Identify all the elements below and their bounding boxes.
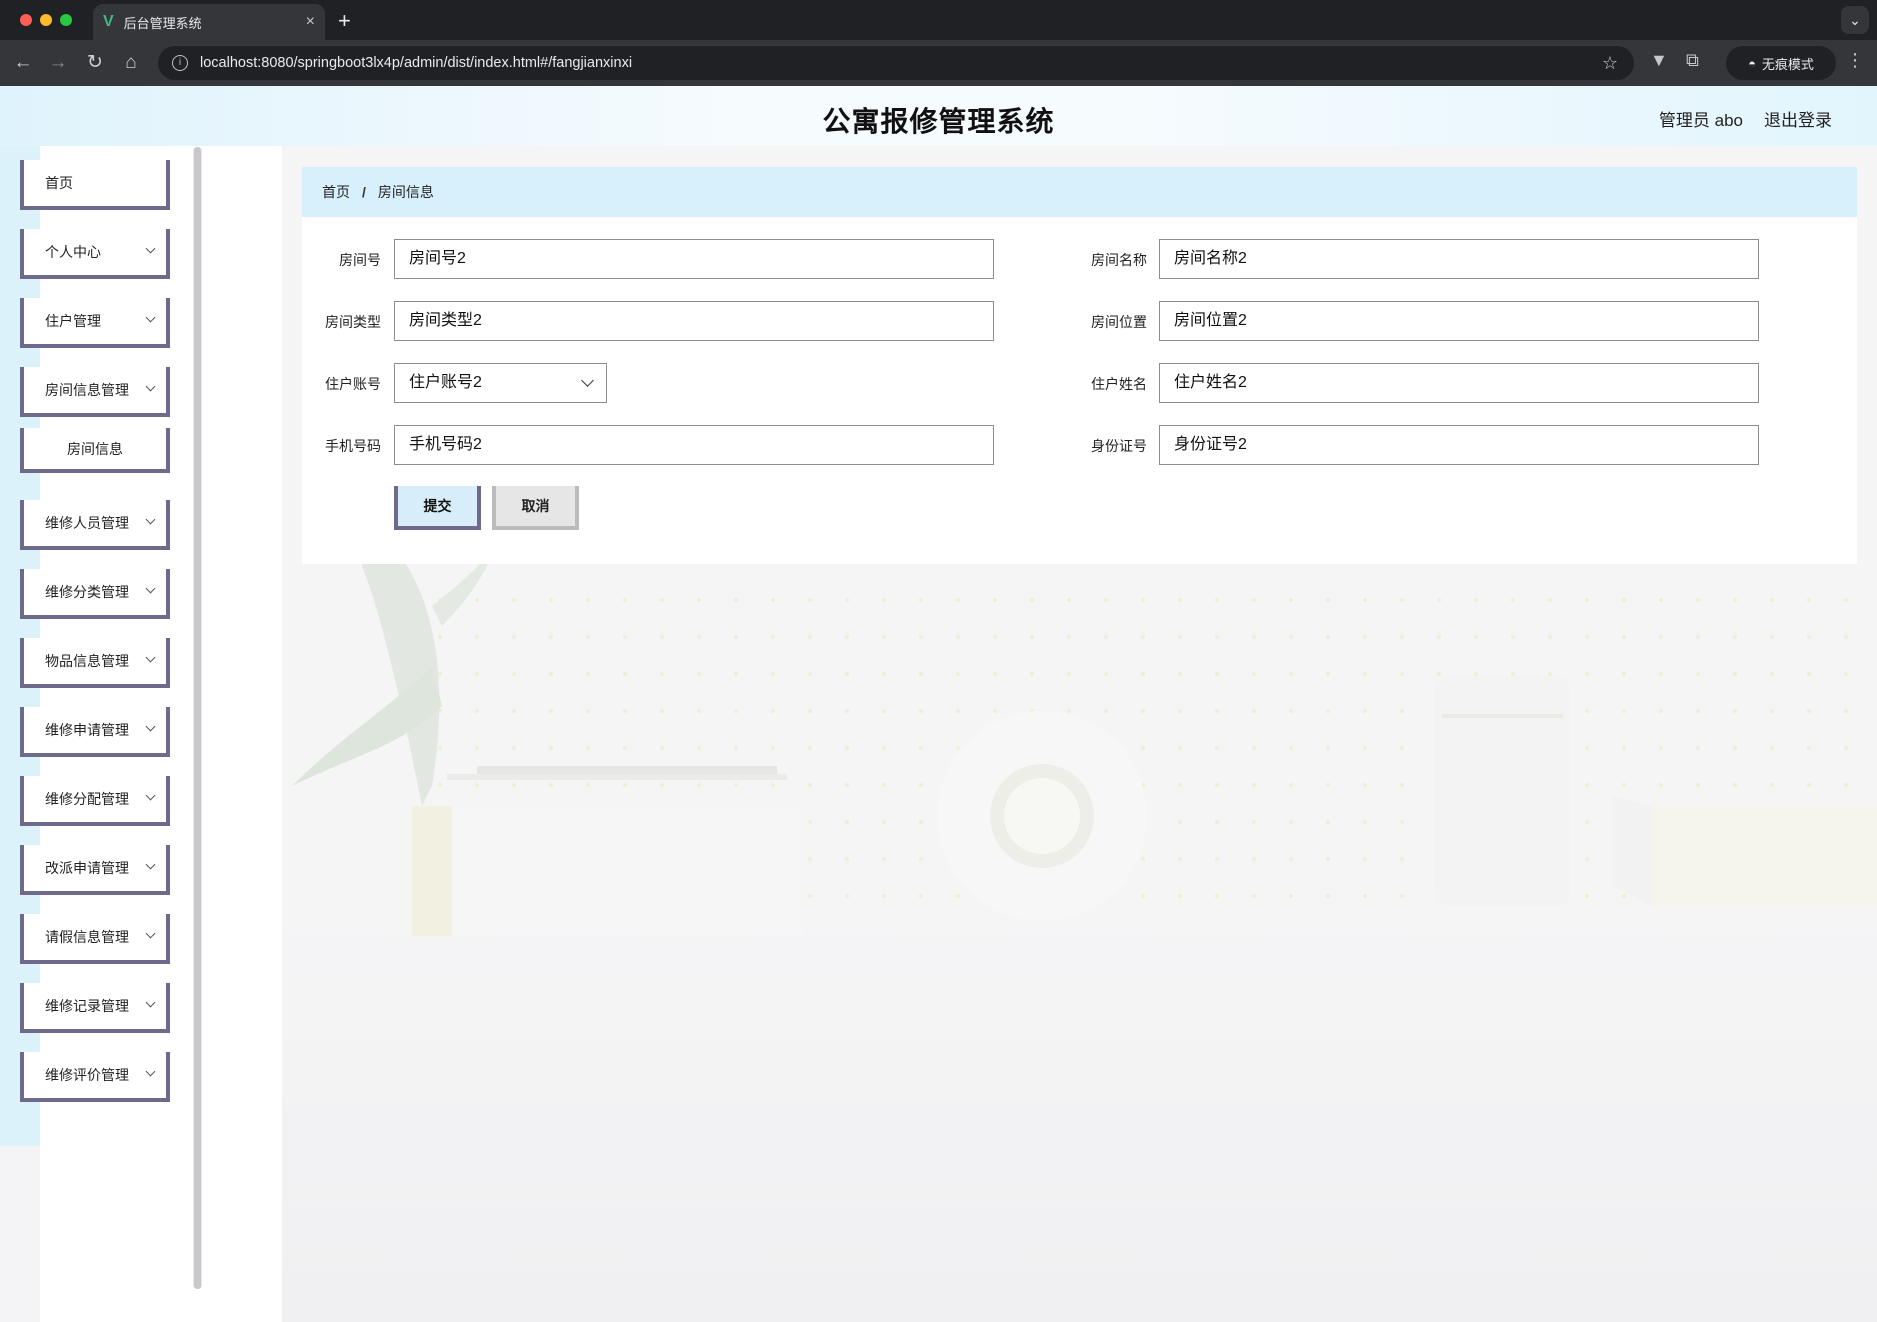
sidebar-item-residents[interactable]: 住户管理 [20, 298, 170, 348]
breadcrumb-current: 房间信息 [377, 184, 434, 200]
sidebar-subitem-room-info[interactable]: 房间信息 [20, 428, 170, 473]
submit-button[interactable]: 提交 [394, 486, 481, 530]
room-type-field[interactable]: 房间类型2 [394, 301, 994, 341]
app-header: 公寓报修管理系统 管理员 abo 退出登录 [0, 86, 1877, 146]
app-title: 公寓报修管理系统 [822, 106, 1055, 137]
incognito-label: 无痕模式 [1761, 56, 1814, 72]
sidebar-item-label: 维修申请管理 [45, 722, 129, 738]
room-location-field[interactable]: 房间位置2 [1159, 301, 1759, 341]
bookmark-star-icon[interactable]: ☆ [1602, 53, 1618, 74]
sidebar-item-label: 房间信息管理 [45, 382, 129, 398]
sidebar-item-reassign-request[interactable]: 改派申请管理 [20, 845, 170, 895]
chevron-down-icon [145, 928, 156, 939]
resident-account-value: 住户账号2 [409, 374, 482, 391]
chevron-down-icon [145, 514, 156, 525]
phone-label: 手机号码 [325, 438, 381, 454]
id-card-label: 身份证号 [1091, 438, 1147, 454]
site-info-icon[interactable]: i [172, 55, 188, 71]
extensions-puzzle-icon[interactable]: ⧉ [1686, 50, 1699, 71]
chevron-down-icon [145, 243, 156, 254]
sidebar-item-room-management[interactable]: 房间信息管理 [20, 367, 170, 417]
browser-menu-icon[interactable]: ⋮ [1846, 50, 1864, 71]
room-name-label: 房间名称 [1091, 252, 1147, 268]
browser-tab[interactable]: V 后台管理系统 × [93, 4, 325, 40]
sidebar-item-label: 维修记录管理 [45, 998, 129, 1014]
sidebar-scrollbar-thumb[interactable] [194, 147, 201, 1289]
address-bar[interactable]: i localhost:8080/springboot3lx4p/admin/d… [158, 46, 1634, 80]
resident-account-label: 住户账号 [325, 376, 381, 392]
sidebar-item-label: 住户管理 [45, 313, 101, 329]
sidebar-item-label: 维修评价管理 [45, 1067, 129, 1083]
room-name-field[interactable]: 房间名称2 [1159, 239, 1759, 279]
browser-toolbar: ← → ↻ ⌂ i localhost:8080/springboot3lx4p… [0, 40, 1877, 86]
chevron-down-icon [581, 374, 594, 387]
sidebar-item-label: 个人中心 [45, 244, 101, 260]
reload-icon[interactable]: ↻ [82, 50, 108, 76]
vue-logo-icon: V [103, 13, 114, 30]
tab-title: 后台管理系统 [123, 15, 202, 31]
sidebar-item-label: 维修人员管理 [45, 515, 129, 531]
chevron-down-icon [145, 312, 156, 323]
room-no-label: 房间号 [339, 252, 381, 268]
incognito-badge[interactable]: ◓ 无痕模式 [1726, 46, 1836, 80]
resident-name-field[interactable]: 住户姓名2 [1159, 363, 1759, 403]
sidebar-item-repair-record[interactable]: 维修记录管理 [20, 983, 170, 1033]
back-icon[interactable]: ← [10, 50, 36, 76]
chevron-down-icon [145, 1066, 156, 1077]
room-no-field[interactable]: 房间号2 [394, 239, 994, 279]
sidebar-item-repair-request[interactable]: 维修申请管理 [20, 707, 170, 757]
zoom-window-dot[interactable] [60, 14, 72, 26]
chevron-down-icon [145, 583, 156, 594]
chevron-down-icon [145, 721, 156, 732]
tab-list-chevron-icon[interactable]: ⌄ [1841, 6, 1869, 34]
home-icon[interactable]: ⌂ [118, 50, 144, 76]
browser-tabbar: V 后台管理系统 × + ⌄ [0, 0, 1877, 40]
chevron-down-icon [145, 790, 156, 801]
chevron-down-icon [145, 652, 156, 663]
chevron-down-icon [145, 381, 156, 392]
resident-account-select[interactable]: 住户账号2 [394, 363, 607, 403]
chevron-down-icon [145, 997, 156, 1008]
sidebar-item-label: 维修分配管理 [45, 791, 129, 807]
logout-link[interactable]: 退出登录 [1764, 106, 1832, 131]
phone-field[interactable]: 手机号码2 [394, 425, 994, 465]
resident-name-label: 住户姓名 [1091, 376, 1147, 392]
sidebar-item-repair-staff[interactable]: 维修人员管理 [20, 500, 170, 550]
room-location-label: 房间位置 [1091, 314, 1147, 330]
new-tab-icon[interactable]: + [338, 8, 351, 34]
breadcrumb-separator: / [362, 184, 366, 200]
sidebar-item-label: 请假信息管理 [45, 929, 129, 945]
sidebar-item-repair-category[interactable]: 维修分类管理 [20, 569, 170, 619]
cancel-button[interactable]: 取消 [492, 486, 579, 530]
sidebar-item-home[interactable]: 首页 [20, 160, 170, 210]
incognito-icon: ◓ [1748, 55, 1756, 71]
url-text: localhost:8080/springboot3lx4p/admin/dis… [200, 55, 633, 71]
chevron-down-icon [145, 859, 156, 870]
minimize-window-dot[interactable] [40, 14, 52, 26]
sidebar-item-repair-review[interactable]: 维修评价管理 [20, 1052, 170, 1102]
content-gutter [202, 146, 282, 1322]
forward-icon[interactable]: → [45, 50, 71, 76]
breadcrumb-home[interactable]: 首页 [322, 182, 350, 202]
current-user: 管理员 abo [1658, 111, 1743, 130]
sidebar-item-label: 物品信息管理 [45, 653, 129, 669]
id-card-field[interactable]: 身份证号2 [1159, 425, 1759, 465]
sidebar-item-label: 房间信息 [67, 440, 123, 457]
sidebar-item-label: 维修分类管理 [45, 584, 129, 600]
close-tab-icon[interactable]: × [306, 13, 315, 31]
sidebar-item-repair-assignment[interactable]: 维修分配管理 [20, 776, 170, 826]
vue-devtools-extension-icon[interactable]: ▼ [1650, 50, 1668, 71]
sidebar-item-leave-info[interactable]: 请假信息管理 [20, 914, 170, 964]
sidebar-item-label: 首页 [45, 175, 73, 191]
sidebar-item-goods-info[interactable]: 物品信息管理 [20, 638, 170, 688]
breadcrumb: 首页 / 房间信息 [302, 167, 1857, 217]
sidebar-scrollbar[interactable] [193, 147, 202, 1289]
close-window-dot[interactable] [20, 14, 32, 26]
sidebar-item-label: 改派申请管理 [45, 860, 129, 876]
sidebar-item-profile[interactable]: 个人中心 [20, 229, 170, 279]
room-type-label: 房间类型 [325, 314, 381, 330]
